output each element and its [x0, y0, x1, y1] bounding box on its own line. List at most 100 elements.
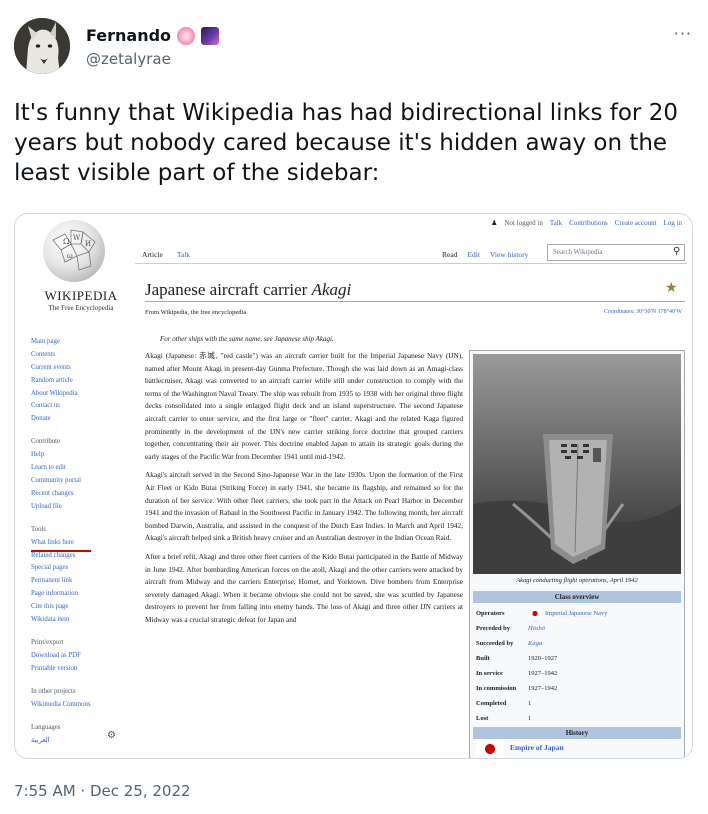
infobox-key: Built	[476, 655, 490, 662]
infobox-row: Succeeded by Kaga	[476, 637, 680, 650]
sidebar-main-page[interactable]: Main page	[31, 336, 131, 349]
sidebar-heading-languages: Languages	[31, 723, 61, 731]
sidebar-special-pages[interactable]: Special pages	[31, 562, 131, 575]
carrier-photo[interactable]	[473, 354, 681, 574]
tab-view-history[interactable]: View history	[485, 250, 534, 259]
wikipedia-tagline: The Free Encyclopedia	[48, 304, 114, 312]
page-title-italic: Akagi	[311, 280, 352, 299]
sidebar-heading-other-projects: In other projects	[31, 687, 76, 695]
infobox-row: Lost 1	[476, 712, 680, 725]
infobox-row: Preceded by Hōshō	[476, 622, 680, 635]
sidebar-permanent-link[interactable]: Permanent link	[31, 575, 131, 588]
article-paragraph: Akagi (Japanese: 赤城, "red castle") was a…	[145, 351, 463, 461]
sidebar-heading-print: Print/export	[31, 638, 64, 646]
wiki-sidebar: Main page Contents Current events Random…	[31, 336, 131, 747]
user-icon: ♟	[491, 219, 498, 227]
infobox-value: 1927–1942	[528, 685, 558, 692]
infobox-key: Lost	[476, 715, 489, 722]
tab-talk[interactable]: Talk	[170, 250, 197, 259]
personal-tools: ♟ Not logged in Talk Contributions Creat…	[491, 219, 682, 227]
infobox-value-link[interactable]: Imperial Japanese Navy	[545, 607, 607, 620]
sidebar-heading-contribute: Contribute	[31, 438, 61, 446]
author-avatar[interactable]	[14, 18, 70, 74]
sidebar-wikimedia-commons[interactable]: Wikimedia Commons	[31, 699, 131, 712]
sidebar-random-article[interactable]: Random article	[31, 375, 131, 388]
coordinates-link[interactable]: Coordinates: 30°30′N 178°40′W	[604, 309, 682, 315]
infobox-value-link[interactable]: Hōshō	[528, 622, 545, 635]
hibiscus-icon	[177, 27, 196, 45]
not-logged-in-label: Not logged in	[504, 219, 543, 227]
tweet-timestamp[interactable]: 7:55 AM · Dec 25, 2022	[14, 782, 191, 800]
sidebar-contact[interactable]: Contact us	[31, 400, 131, 413]
site-subtitle: From Wikipedia, the free encyclopedia	[145, 309, 247, 316]
page-title-plain: Japanese aircraft carrier	[145, 280, 312, 299]
sidebar-upload-file[interactable]: Upload file	[31, 501, 131, 514]
sidebar-heading-tools: Tools	[31, 525, 47, 533]
namespace-tabs: Article Talk	[135, 250, 197, 259]
view-tabs: Read Edit View history	[437, 250, 533, 259]
wikipedia-wordmark[interactable]: WIKIPEDIA	[33, 288, 129, 304]
tab-edit[interactable]: Edit	[462, 250, 485, 259]
sidebar-cite-this-page[interactable]: Cite this page	[31, 601, 131, 614]
image-caption: Akagi conducting flight operations, Apri…	[516, 577, 638, 584]
empire-of-japan-link[interactable]: Empire of Japan	[510, 743, 564, 752]
sidebar-current-events[interactable]: Current events	[31, 362, 131, 375]
search-icon[interactable]: ⚲	[673, 246, 680, 257]
attached-screenshot[interactable]: ♟ Not logged in Talk Contributions Creat…	[14, 213, 693, 759]
sidebar-printable-version[interactable]: Printable version	[31, 663, 131, 676]
create-account-link[interactable]: Create account	[615, 219, 657, 227]
sidebar-donate[interactable]: Donate	[31, 413, 131, 426]
infobox-key: In service	[476, 670, 503, 677]
infobox-value-link[interactable]: Kaga	[528, 637, 542, 650]
sidebar-contents[interactable]: Contents	[31, 349, 131, 362]
article-paragraph: After a brief refit, Akagi and three oth…	[145, 551, 463, 624]
red-underline-annotation	[31, 550, 91, 552]
rising-sun-flag-icon	[476, 739, 504, 758]
aircraft-carrier-image	[473, 354, 681, 574]
article-body: Akagi (Japanese: 赤城, "red castle") was a…	[145, 350, 463, 632]
tab-read[interactable]: Read	[437, 250, 462, 259]
tab-article[interactable]: Article	[135, 250, 170, 259]
wikipedia-globe-logo[interactable]: Ω W И ω	[43, 220, 105, 282]
infobox-key: Succeeded by	[476, 640, 514, 647]
sidebar-download-pdf[interactable]: Download as PDF	[31, 650, 131, 663]
infobox-row: Operators Imperial Japanese Navy	[476, 607, 680, 620]
sidebar-about[interactable]: About Wikipedia	[31, 388, 131, 401]
sidebar-page-information[interactable]: Page information	[31, 588, 131, 601]
contributions-link[interactable]: Contributions	[569, 219, 608, 227]
article-paragraph: Akagi's aircraft served in the Second Si…	[145, 470, 463, 543]
title-divider	[145, 301, 685, 302]
infobox-key: Operators	[476, 610, 505, 617]
page-title: Japanese aircraft carrier Akagi	[145, 280, 351, 300]
infobox-row: In commission 1927–1942	[476, 682, 680, 695]
sidebar-learn-to-edit[interactable]: Learn to edit	[31, 462, 131, 475]
sidebar-community-portal[interactable]: Community portal	[31, 475, 131, 488]
tab-divider	[135, 263, 687, 264]
author-block[interactable]: Fernando @zetalyrae	[86, 26, 220, 68]
infobox-row: Built 1920–1927	[476, 652, 680, 665]
sidebar-recent-changes[interactable]: Recent changes	[31, 488, 131, 501]
more-options-icon[interactable]: ···	[674, 24, 692, 43]
sidebar-help[interactable]: Help	[31, 449, 131, 462]
log-in-link[interactable]: Log in	[664, 219, 682, 227]
svg-text:ω: ω	[67, 252, 73, 260]
infobox-value: 1927–1942	[528, 670, 558, 677]
infobox-value: 1920–1927	[528, 655, 558, 662]
infobox: Akagi conducting flight operations, Apri…	[469, 350, 685, 758]
sidebar-wikidata-item[interactable]: Wikidata item	[31, 614, 131, 627]
sidebar-what-links-here[interactable]: What links here	[31, 537, 131, 550]
infobox-key: In commission	[476, 685, 517, 692]
sidebar-language-arabic[interactable]: العربية	[31, 735, 131, 748]
gear-icon[interactable]: ⚙	[107, 730, 116, 741]
tweet-text: It's funny that Wikipedia has had bidire…	[14, 100, 678, 186]
author-name[interactable]: Fernando	[86, 26, 171, 46]
infobox-row: In service 1927–1942	[476, 667, 680, 680]
infobox-key: Completed	[476, 700, 507, 707]
author-handle[interactable]: @zetalyrae	[86, 50, 219, 68]
history-header: History	[473, 727, 681, 739]
class-overview-header: Class overview	[473, 591, 681, 603]
search-input[interactable]: Search Wikipedia	[547, 244, 685, 261]
talk-link[interactable]: Talk	[550, 219, 562, 227]
infobox-row: Completed 1	[476, 697, 680, 710]
naval-ensign-icon	[528, 609, 542, 618]
